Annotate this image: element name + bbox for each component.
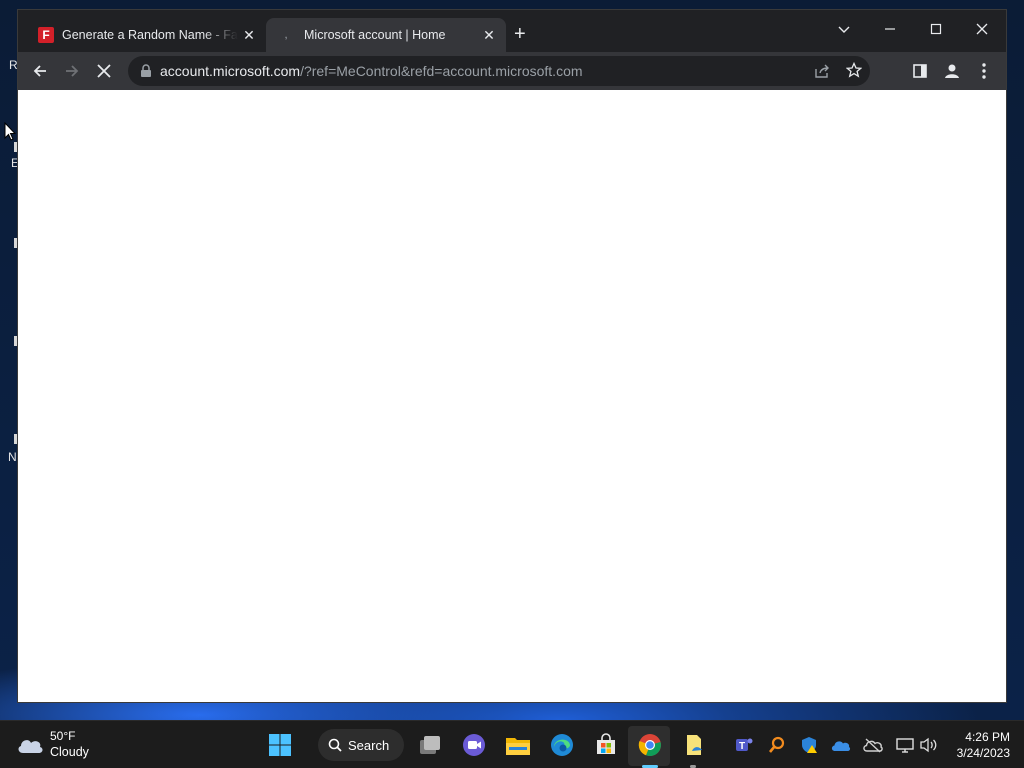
tab-close-icon[interactable]: ✕ xyxy=(238,27,260,44)
loading-favicon-icon: , xyxy=(284,27,288,41)
minimize-button[interactable] xyxy=(870,16,910,44)
weather-condition[interactable]: Cloudy xyxy=(50,745,89,759)
chat-icon[interactable] xyxy=(460,731,488,759)
store-icon[interactable] xyxy=(592,731,620,759)
clock-time[interactable]: 4:26 PM xyxy=(965,730,1010,744)
close-window-button[interactable] xyxy=(962,16,1002,44)
weather-widget[interactable] xyxy=(16,733,44,760)
desktop-icon-mark xyxy=(14,238,17,248)
search-icon xyxy=(328,738,342,752)
page-content[interactable] xyxy=(18,90,1006,702)
task-view-icon[interactable] xyxy=(416,731,444,759)
tab-title: Microsoft account | Home xyxy=(304,28,446,42)
mouse-cursor-icon xyxy=(4,122,16,141)
menu-kebab-icon[interactable] xyxy=(970,57,998,85)
search-tool-icon[interactable] xyxy=(767,735,787,755)
desktop-icon-mark xyxy=(14,142,17,152)
profile-icon[interactable] xyxy=(938,57,966,85)
volume-icon[interactable] xyxy=(919,735,939,755)
fake-name-favicon-icon: F xyxy=(38,27,54,43)
onedrive-icon[interactable] xyxy=(831,735,851,755)
taskbar: 50°F Cloudy Search T 4:26 PM 3/24/2023 xyxy=(0,720,1024,768)
tab-title: Generate a Random Name - Fake xyxy=(62,28,238,42)
network-icon[interactable] xyxy=(895,735,915,755)
back-button[interactable] xyxy=(26,57,54,85)
desktop-icon-label-r[interactable]: R xyxy=(9,58,18,72)
chrome-icon[interactable] xyxy=(636,731,664,759)
tab-close-icon[interactable]: ✕ xyxy=(478,27,500,44)
cloud-offline-icon[interactable] xyxy=(863,735,883,755)
cloud-icon xyxy=(18,740,43,753)
forward-button[interactable] xyxy=(58,57,86,85)
teams-icon[interactable]: T xyxy=(734,735,754,755)
edge-icon[interactable] xyxy=(548,731,576,759)
svg-text:T: T xyxy=(739,741,745,752)
clock-date[interactable]: 3/24/2023 xyxy=(957,746,1010,760)
weather-temperature[interactable]: 50°F xyxy=(50,729,75,743)
browser-window: F Generate a Random Name - Fake ✕ , Micr… xyxy=(18,10,1006,702)
address-bar[interactable]: account.microsoft.com/?ref=MeControl&ref… xyxy=(128,56,870,86)
browser-toolbar: account.microsoft.com/?ref=MeControl&ref… xyxy=(18,52,1006,90)
defender-icon[interactable] xyxy=(799,735,819,755)
side-panel-icon[interactable] xyxy=(906,57,934,85)
desktop-icon-label-n[interactable]: N xyxy=(8,450,17,464)
share-icon[interactable] xyxy=(814,63,830,79)
start-icon[interactable] xyxy=(266,731,294,759)
url-path: /?ref=MeControl&refd=account.microsoft.c… xyxy=(300,63,583,79)
stop-loading-button[interactable] xyxy=(90,57,118,85)
maximize-button[interactable] xyxy=(916,16,956,44)
tab-random-name[interactable]: F Generate a Random Name - Fake ✕ xyxy=(28,18,266,52)
tab-search-chevron-icon[interactable] xyxy=(824,16,864,44)
notepad-icon[interactable] xyxy=(680,731,708,759)
bookmark-star-icon[interactable] xyxy=(846,62,862,78)
desktop-icon-mark xyxy=(14,336,17,346)
taskbar-search[interactable]: Search xyxy=(318,729,404,761)
desktop-icon-mark xyxy=(14,434,17,444)
new-tab-button[interactable]: + xyxy=(514,23,526,45)
lock-icon[interactable] xyxy=(140,64,152,78)
url-host: account.microsoft.com xyxy=(160,63,301,79)
search-label: Search xyxy=(348,737,390,753)
file-explorer-icon[interactable] xyxy=(504,731,532,759)
tab-strip: F Generate a Random Name - Fake ✕ , Micr… xyxy=(18,10,1006,52)
tab-microsoft-account[interactable]: , Microsoft account | Home ✕ xyxy=(266,18,506,52)
